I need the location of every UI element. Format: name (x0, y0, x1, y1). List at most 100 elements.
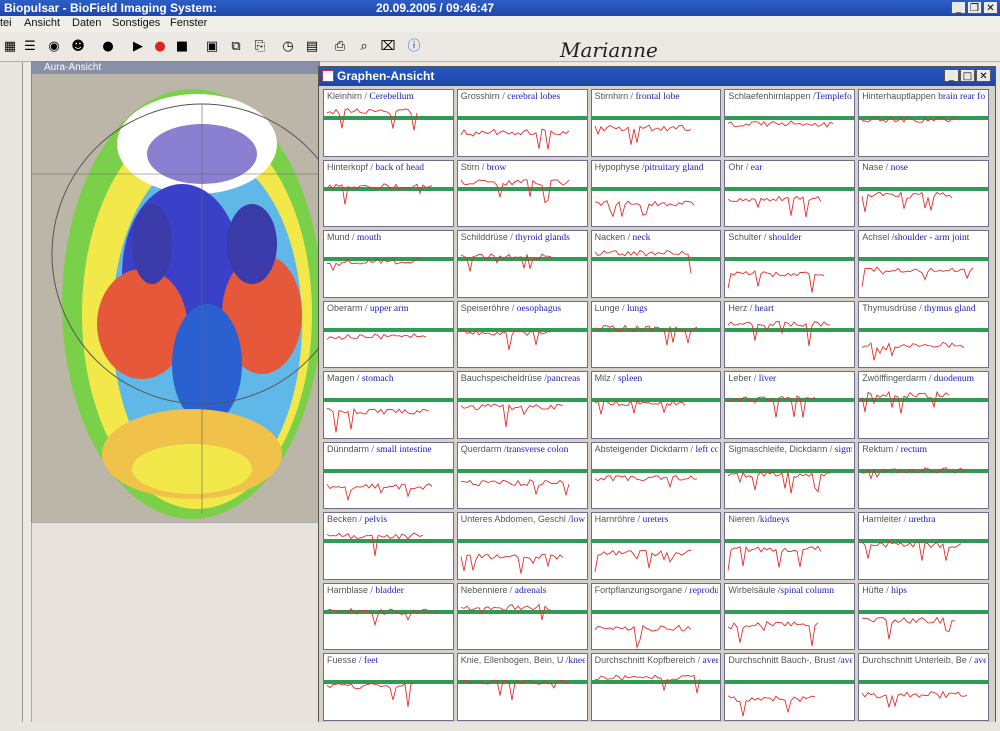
graph-cell[interactable]: Nase / nose (858, 159, 989, 228)
chart-icon[interactable]: ▤ (302, 37, 322, 57)
graph-cell[interactable]: Mund / mouth (323, 230, 454, 298)
graph-cell[interactable]: Durchschnitt Unterleib, Be / average pel… (858, 653, 989, 721)
graph-cell[interactable]: Oberarm / upper arm (323, 300, 454, 369)
graph-cell[interactable]: Becken / pelvis (323, 512, 454, 580)
graph-cell-label: Stirn / brow (461, 162, 585, 174)
graph-cell[interactable]: Thymusdrüse / thymus gland (858, 300, 989, 369)
graph-cell[interactable]: Achsel /shoulder - arm joint (858, 230, 989, 298)
organ-name-en: / average pelvic area (969, 656, 986, 667)
graph-cell[interactable]: Stirn / brow (456, 159, 588, 228)
organ-name-en: / duodenum (928, 374, 975, 385)
graph-cell[interactable]: Nieren /kidneys (724, 512, 856, 580)
graph-cell[interactable]: Zwölffingerdarm / duodenum (858, 371, 989, 439)
trace-line (460, 328, 551, 350)
play-icon[interactable]: ▶ (128, 37, 148, 57)
organ-name-en: / ureters (637, 515, 669, 526)
graph-cell-label: Harnblase / bladder (327, 585, 451, 597)
menu-view[interactable]: Ansicht (24, 17, 60, 29)
organ-name-en: / pelvis (359, 515, 388, 526)
globe-icon[interactable]: ● (98, 37, 118, 57)
graph-cell[interactable]: Harnröhre / ureters (590, 512, 722, 580)
graph-cell[interactable]: Lunge / lungs (590, 300, 722, 369)
graph-window-icon (322, 70, 334, 82)
graph-cell[interactable]: Schulter / shoulder (724, 230, 856, 298)
graph-cell[interactable]: Wirbelsäule /spinal column (724, 582, 856, 651)
graph-cell[interactable]: Harnblase / bladder (323, 582, 454, 651)
graph-cell[interactable]: Magen / stomach (323, 371, 454, 439)
organ-name-de: Hüfte (862, 584, 884, 595)
trace-line (326, 332, 427, 340)
preview-icon[interactable]: ⌕ (354, 37, 374, 57)
graph-cell[interactable]: Hüfte / hips (858, 582, 989, 651)
graph-cell[interactable]: Rektum / rectum (858, 441, 989, 510)
graph-cell[interactable]: Milz / spleen (590, 371, 722, 439)
trace-line (862, 467, 968, 480)
print-icon[interactable]: ⎙ (330, 37, 350, 57)
trace-line (460, 403, 563, 428)
graph-cell[interactable]: Hypophyse /pitruitary gland (590, 159, 722, 228)
graph-cell[interactable]: Fortpflanzungsorgane / reproductive orga… (590, 582, 722, 651)
record-icon[interactable]: ● (150, 37, 170, 57)
organ-name-de: Schilddrüse (460, 232, 508, 243)
graph-cell[interactable]: Stirnhirn / frontal lobe (590, 89, 722, 157)
grid-view-icon[interactable]: ▦ (0, 37, 20, 57)
graph-cell[interactable]: Kleinhirn / Cerebellum (323, 89, 454, 157)
graph-cell[interactable]: Hinterhauptlappen brain rear folds (858, 89, 989, 157)
menu-file[interactable]: tei (0, 17, 12, 29)
camera-icon[interactable]: ⌧ (378, 37, 398, 57)
trace-line (862, 116, 956, 123)
graph-cell[interactable]: Bauchspeicheldrüse /pancreas (456, 371, 588, 439)
graph-close-button[interactable]: ✕ (976, 69, 991, 82)
aura-icon[interactable]: ◉ (44, 37, 64, 57)
graph-cell[interactable]: Leber / liver (724, 371, 856, 439)
graph-maximize-button[interactable]: □ (960, 69, 975, 82)
graph-cell[interactable]: Fuesse / feet (323, 653, 454, 721)
organ-name-de: Fuesse (327, 655, 357, 666)
save-icon[interactable]: ▣ (202, 37, 222, 57)
graph-cell[interactable]: Sigmaschleife, Dickdarm / sigmoid colon (724, 441, 856, 510)
restore-button[interactable]: ❐ (967, 1, 982, 14)
graph-cell[interactable]: Herz / heart (724, 300, 856, 369)
person-icon[interactable]: ☻ (68, 37, 88, 57)
graph-cell[interactable]: Querdarm /transverse colon (456, 441, 588, 510)
trace-line (727, 545, 822, 571)
organ-name-de: Durchschnitt Unterleib, Be (862, 655, 967, 666)
list-view-icon[interactable]: ☰ (20, 37, 40, 57)
menu-data[interactable]: Daten (72, 17, 101, 29)
graph-cell[interactable]: Durchschnitt Bauch-, Brust /average, abd… (724, 653, 856, 721)
copy-icon[interactable]: ⧉ (226, 37, 246, 57)
organ-name-en: / adrenals (509, 585, 547, 596)
graph-cell[interactable]: Schilddrüse / thyroid glands (456, 230, 588, 298)
menu-misc[interactable]: Sonstiges (112, 17, 160, 29)
menu-window[interactable]: Fenster (170, 17, 207, 29)
graph-cell[interactable]: Hinterkopf / back of head (323, 159, 454, 228)
organ-name-en: / left colon (690, 444, 719, 455)
graph-cell[interactable]: Nacken / neck (590, 230, 722, 298)
organ-name-en: /transverse colon (503, 444, 569, 455)
graph-cell[interactable]: Absteigender Dickdarm / left colon (590, 441, 722, 510)
trace-line (460, 128, 570, 150)
minimize-button[interactable]: _ (951, 1, 966, 14)
timer-icon[interactable]: ◷ (278, 37, 298, 57)
organ-name-de: Querdarm (460, 443, 502, 454)
graph-cell[interactable]: Ohr / ear (724, 159, 856, 228)
graph-cell-label: Querdarm /transverse colon (461, 444, 585, 456)
graph-cell[interactable]: Schlaefenhirnlappen /Templefolds (724, 89, 856, 157)
graph-minimize-button[interactable]: _ (944, 69, 959, 82)
graph-view-titlebar: Graphen-Ansicht _ □ ✕ (319, 67, 995, 86)
organ-name-de: Leber (728, 373, 752, 384)
close-button[interactable]: ✕ (983, 1, 998, 14)
graph-cell[interactable]: Knie, Ellenbogen, Bein, U /knees, elbows… (456, 653, 588, 721)
organ-name-de: Schulter (728, 232, 762, 243)
info-icon[interactable]: ⓘ (404, 37, 424, 57)
graph-cell[interactable]: Durchschnitt Kopfbereich / average, head… (590, 653, 722, 721)
graph-cell[interactable]: Dünndarm / small intestine (323, 441, 454, 510)
graph-cell[interactable]: Nebenniere / adrenals (456, 582, 588, 651)
graph-cell[interactable]: Unteres Abdomen, Geschl /lower abdomen &… (456, 512, 588, 580)
graph-cell[interactable]: Speiseröhre / oesophagus (456, 300, 588, 369)
graph-cell[interactable]: Grosshirn / cerebral lobes (456, 89, 588, 157)
stop-icon[interactable]: ■ (172, 37, 192, 57)
export-icon[interactable]: ⎘ (250, 37, 270, 57)
graph-cell[interactable]: Harnleiter / urethra (858, 512, 989, 580)
trace-line (326, 407, 430, 433)
